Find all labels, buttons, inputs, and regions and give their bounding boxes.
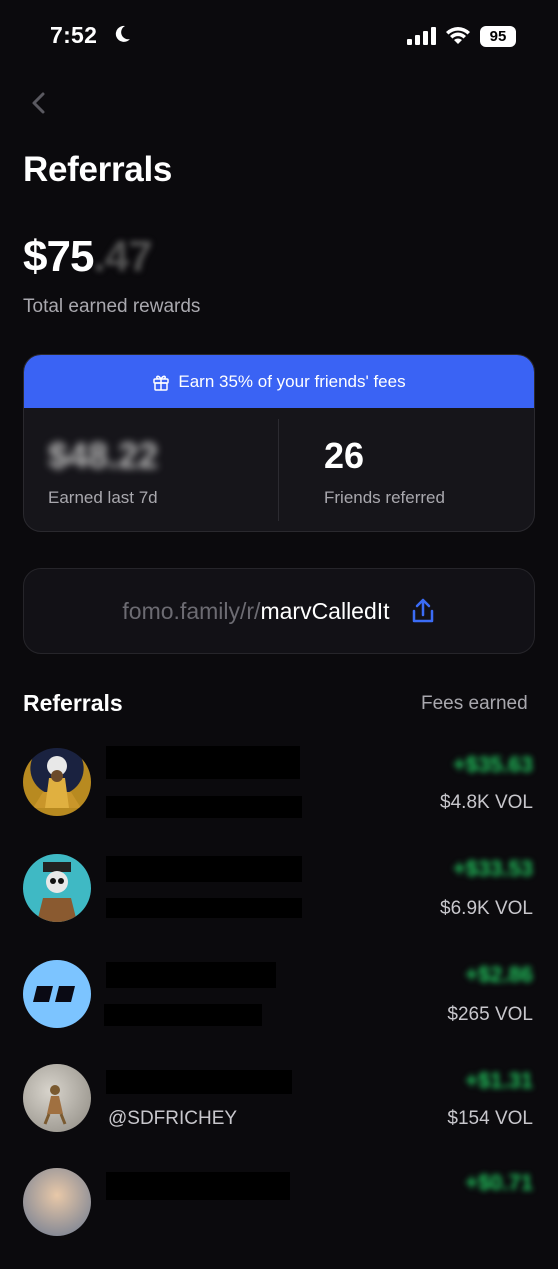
rewards-card: Earn 35% of your friends' fees $48.22 Ea… [23, 354, 535, 532]
total-earned-amount: $75.47 [23, 232, 153, 282]
redacted-name [106, 856, 302, 882]
avatar [23, 1064, 91, 1132]
redacted-name [106, 1172, 290, 1200]
friends-referred-label: Friends referred [324, 488, 445, 507]
referral-handle: @SDFRICHEY [108, 1108, 238, 1129]
moon-icon [115, 25, 130, 42]
referral-link-prefix: fomo.family/r/ [122, 597, 261, 624]
fee-share-banner: Earn 35% of your friends' fees [24, 355, 534, 408]
wifi-icon [446, 27, 470, 44]
back-chevron-icon[interactable] [28, 90, 50, 116]
volume: $154 VOL [447, 1108, 533, 1129]
volume: $265 VOL [447, 1004, 533, 1025]
referral-link-code: marvCalledIt [260, 597, 390, 624]
signal-icon [407, 27, 436, 45]
battery-indicator: 95 [480, 26, 516, 47]
total-amount-whole: $75 [23, 232, 94, 281]
gift-icon [153, 375, 170, 391]
redacted-name [106, 1070, 292, 1094]
friends-referred-value: 26 [324, 435, 365, 476]
referral-link[interactable]: fomo.family/r/marvCalledIt [122, 598, 389, 625]
avatar [23, 1168, 91, 1236]
volume: $4.8K VOL [440, 792, 533, 813]
status-time: 7:52 [50, 22, 98, 48]
redacted-name [106, 962, 276, 988]
total-earned-label: Total earned rewards [23, 296, 201, 317]
fee-earned: +$1.31 [465, 1068, 533, 1093]
fee-earned: +$0.71 [465, 1170, 533, 1195]
avatar [23, 748, 91, 816]
redacted-name [106, 746, 300, 779]
redacted-handle [106, 796, 302, 818]
total-amount-cents: .47 [93, 232, 152, 281]
referral-row[interactable]: +$2.86 $265 VOL [0, 952, 558, 1057]
card-divider [278, 419, 279, 521]
referral-row[interactable]: @SDFRICHEY +$1.31 $154 VOL [0, 1058, 558, 1163]
fee-earned: +$2.86 [465, 962, 533, 987]
referrals-section-title: Referrals [23, 690, 123, 716]
referral-row[interactable]: +$0.71 [0, 1164, 558, 1269]
earned-7d-label: Earned last 7d [48, 488, 158, 507]
redacted-handle [106, 898, 302, 918]
banner-text: Earn 35% of your friends' fees [178, 371, 406, 391]
referral-link-box[interactable]: fomo.family/r/marvCalledIt [23, 568, 535, 654]
volume: $6.9K VOL [440, 898, 533, 919]
fees-earned-header: Fees earned [421, 693, 528, 714]
referral-row[interactable]: +$35.63 $4.8K VOL [0, 740, 558, 845]
avatar [23, 960, 91, 1028]
earned-7d-value: $48.22 [48, 435, 159, 476]
fee-earned: +$35.63 [452, 752, 533, 777]
fee-earned: +$33.53 [452, 856, 533, 881]
referral-row[interactable]: +$33.53 $6.9K VOL [0, 846, 558, 951]
avatar [23, 854, 91, 922]
share-icon[interactable] [410, 597, 436, 625]
page-title: Referrals [23, 150, 173, 189]
redacted-handle [104, 1004, 262, 1026]
